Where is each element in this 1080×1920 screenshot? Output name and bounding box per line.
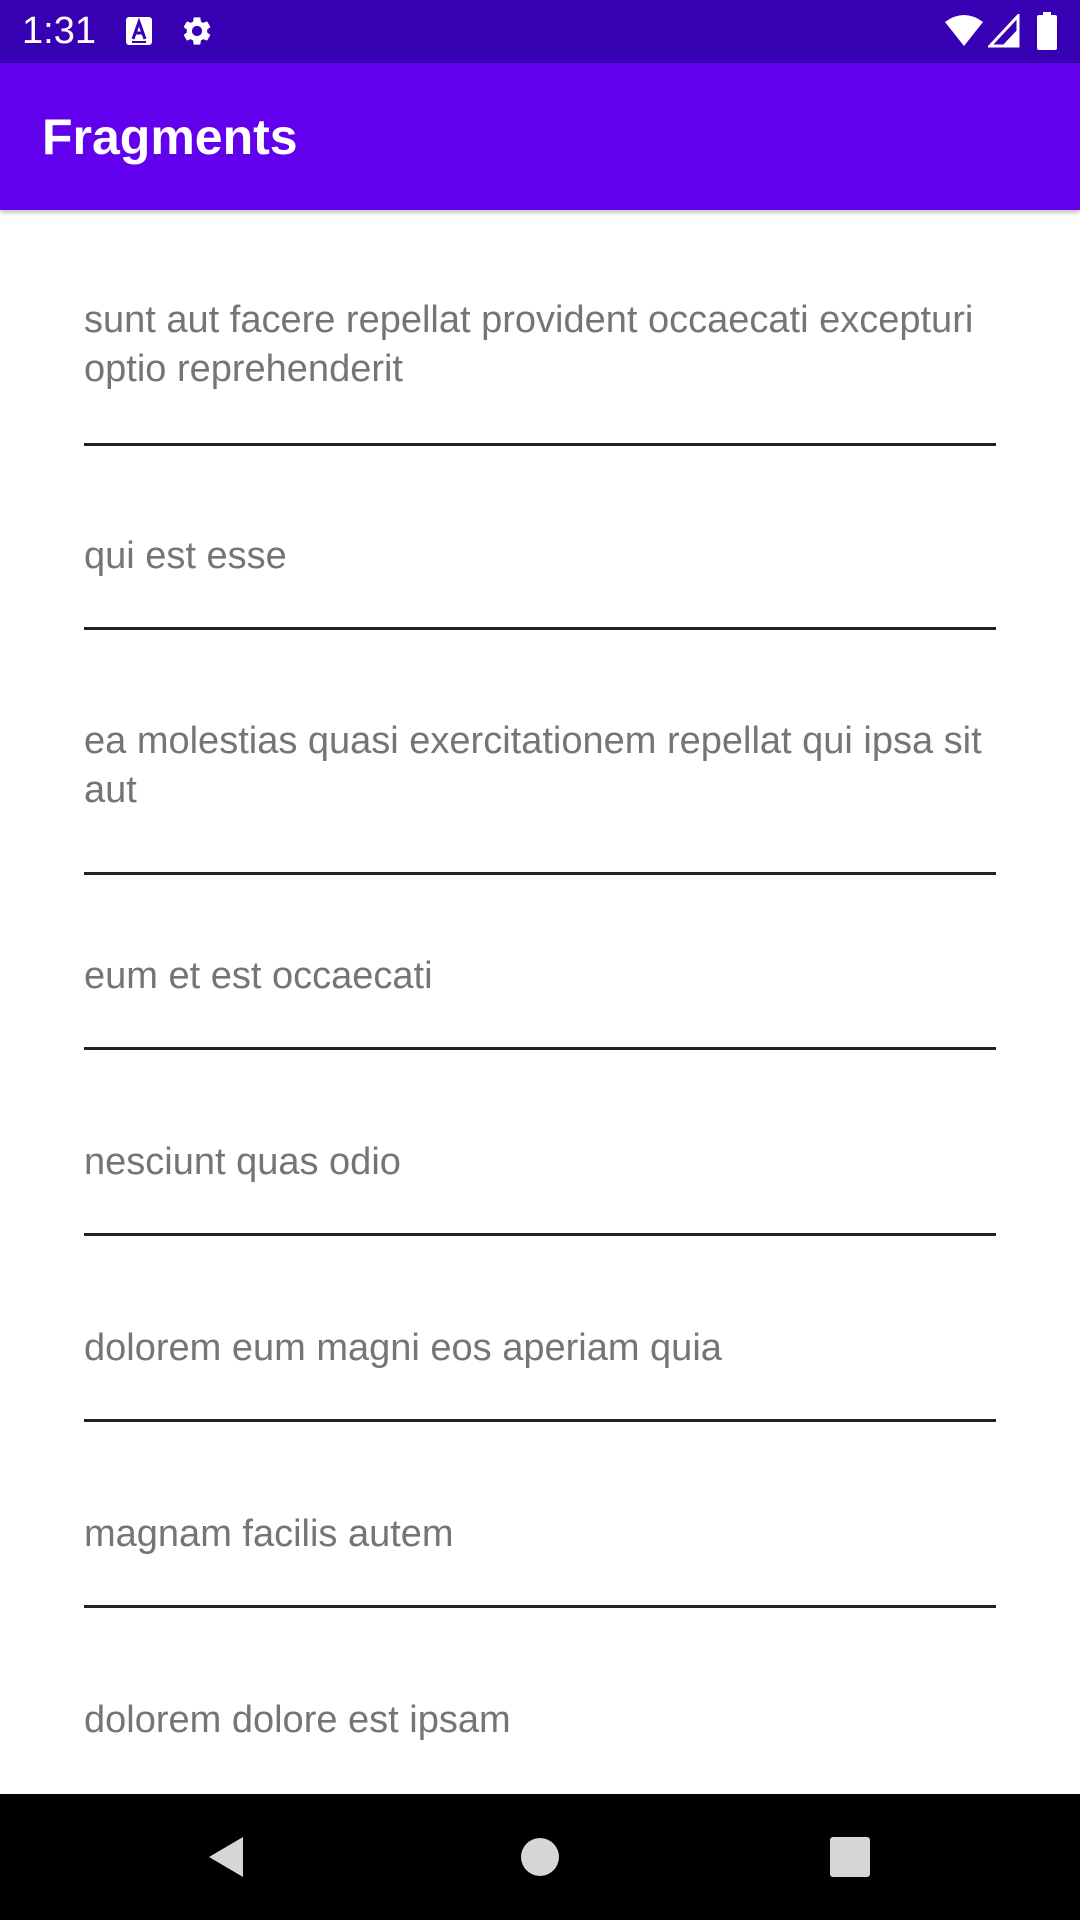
home-icon — [521, 1838, 559, 1876]
app-title: Fragments — [42, 109, 298, 165]
list-item-title: dolorem eum magni eos aperiam quia — [84, 1327, 722, 1369]
list-item[interactable]: nesciunt quas odio — [84, 1138, 996, 1274]
home-button[interactable] — [470, 1794, 610, 1920]
post-list[interactable]: sunt aut facere repellat provident occae… — [0, 210, 1080, 1794]
list-item[interactable]: ea molestias quasi exercitationem repell… — [84, 717, 996, 901]
screen: 1:31 Fragments sunt aut facere repellat … — [0, 0, 1080, 1920]
a-notification-icon — [124, 15, 154, 47]
recents-icon — [830, 1837, 870, 1877]
list-divider — [84, 1419, 996, 1422]
list-item[interactable]: magnam facilis autem — [84, 1510, 996, 1646]
app-bar: Fragments — [0, 63, 1080, 210]
status-bar: 1:31 — [0, 0, 1080, 63]
list-item-title: nesciunt quas odio — [84, 1141, 401, 1183]
list-divider — [84, 1047, 996, 1050]
list-item-title: ea molestias quasi exercitationem repell… — [84, 720, 982, 811]
navigation-bar — [0, 1794, 1080, 1920]
list-item-title: dolorem dolore est ipsam — [84, 1699, 511, 1741]
list-item[interactable]: dolorem dolore est ipsam — [84, 1696, 996, 1794]
list-item[interactable]: qui est esse — [84, 532, 996, 668]
list-divider — [84, 443, 996, 446]
list-divider — [84, 1605, 996, 1608]
back-icon — [209, 1837, 243, 1877]
list-item-title: magnam facilis autem — [84, 1513, 454, 1555]
list-item-title: eum et est occaecati — [84, 955, 433, 997]
list-item[interactable]: dolorem eum magni eos aperiam quia — [84, 1324, 996, 1460]
list-item[interactable]: eum et est occaecati — [84, 952, 996, 1088]
recents-button[interactable] — [780, 1794, 920, 1920]
gear-icon — [180, 14, 214, 48]
back-button[interactable] — [156, 1794, 296, 1920]
list-item[interactable]: sunt aut facere repellat provident occae… — [84, 296, 996, 480]
list-item-title: sunt aut facere repellat provident occae… — [84, 299, 974, 390]
list-divider — [84, 1233, 996, 1236]
wifi-icon — [944, 14, 984, 48]
battery-icon — [1036, 12, 1058, 50]
signal-icon — [986, 12, 1020, 48]
list-divider — [84, 872, 996, 875]
list-item-title: qui est esse — [84, 535, 287, 577]
list-divider — [84, 627, 996, 630]
status-time: 1:31 — [22, 10, 96, 52]
